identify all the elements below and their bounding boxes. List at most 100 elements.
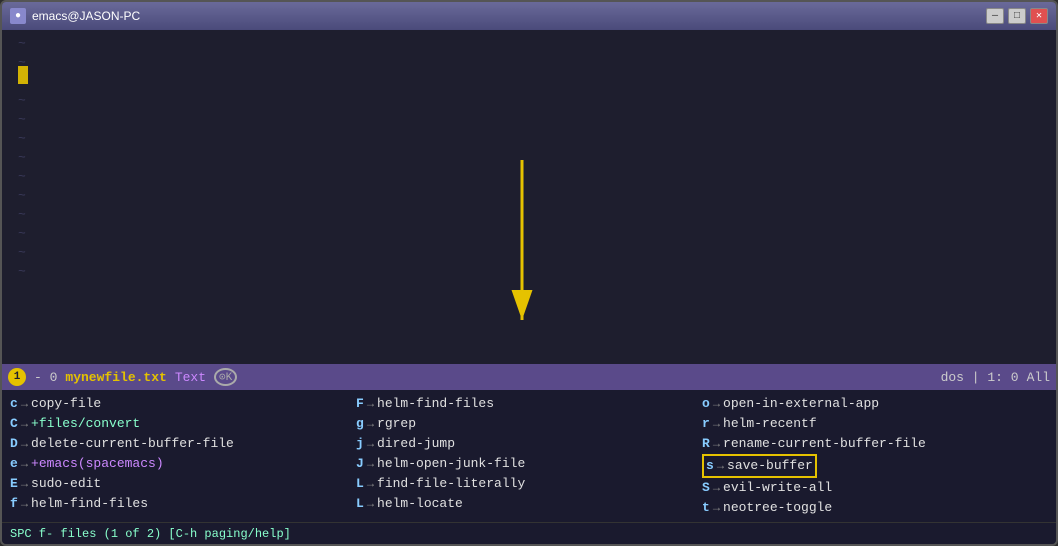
arrow: → — [367, 414, 374, 434]
close-button[interactable]: ✕ — [1030, 8, 1048, 24]
key-r: r — [702, 414, 710, 434]
arrow: → — [367, 394, 374, 414]
key-D: D — [10, 434, 18, 454]
key-s: s — [706, 456, 714, 476]
menu-item-s[interactable]: s → save-buffer — [702, 454, 1048, 478]
arrow: → — [713, 478, 720, 498]
tilde-line: ~ — [18, 91, 1056, 110]
window-title: emacs@JASON-PC — [32, 9, 140, 23]
menu-item-J[interactable]: J → helm-open-junk-file — [356, 454, 702, 474]
key-S: S — [702, 478, 710, 498]
key-f: f — [10, 494, 18, 514]
bottom-bar: SPC f- files (1 of 2) [C-h paging/help] — [2, 522, 1056, 544]
menu-item-r[interactable]: r → helm-recentf — [702, 414, 1048, 434]
tilde-line: ~ — [18, 243, 1056, 262]
tilde-line: ~ — [18, 205, 1056, 224]
cmd-files-convert: +files/convert — [31, 414, 140, 434]
menu-col1: c → copy-file C → +files/convert D → del… — [10, 394, 356, 518]
arrow: → — [21, 414, 28, 434]
arrow: → — [713, 434, 720, 454]
menu-col3: o → open-in-external-app r → helm-recent… — [702, 394, 1048, 518]
menu-panel: c → copy-file C → +files/convert D → del… — [2, 390, 1056, 522]
arrow: → — [367, 434, 374, 454]
arrow: → — [713, 414, 720, 434]
key-F: F — [356, 394, 364, 414]
cursor — [18, 66, 28, 84]
title-bar-left: ● emacs@JASON-PC — [10, 8, 140, 24]
editor-area[interactable]: ~ ~ ~ ~ ~ ~ ~ ~ ~ ~ ~ ~ ~ ~ ~ ~ — [2, 30, 1056, 364]
menu-item-o[interactable]: o → open-in-external-app — [702, 394, 1048, 414]
cmd-helm-find-files-F: helm-find-files — [377, 394, 494, 414]
maximize-button[interactable]: □ — [1008, 8, 1026, 24]
tilde-line: ~ — [18, 148, 1056, 167]
main-window: ● emacs@JASON-PC — □ ✕ ~ ~ ~ ~ ~ ~ ~ ~ ~… — [0, 0, 1058, 546]
status-right: dos | 1: 0 All — [941, 370, 1050, 385]
status-dash: - 0 — [34, 370, 57, 385]
app-icon: ● — [10, 8, 26, 24]
key-L-upper: L — [356, 474, 364, 494]
key-E: E — [10, 474, 18, 494]
tilde-line: ~ — [18, 186, 1056, 205]
menu-item-S[interactable]: S → evil-write-all — [702, 478, 1048, 498]
menu-item-e[interactable]: e → +emacs(spacemacs) — [10, 454, 356, 474]
key-e: e — [10, 454, 18, 474]
arrow: → — [21, 454, 28, 474]
menu-col2: F → helm-find-files g → rgrep j → dired-… — [356, 394, 702, 518]
window-controls: — □ ✕ — [986, 8, 1048, 24]
arrow: → — [717, 456, 724, 476]
cmd-sudo-edit: sudo-edit — [31, 474, 101, 494]
arrow: → — [21, 494, 28, 514]
minimize-button[interactable]: — — [986, 8, 1004, 24]
menu-item-C[interactable]: C → +files/convert — [10, 414, 356, 434]
key-C: C — [10, 414, 18, 434]
tilde-line: ~ — [18, 167, 1056, 186]
menu-item-D[interactable]: D → delete-current-buffer-file — [10, 434, 356, 454]
tilde-line: ~ — [18, 224, 1056, 243]
arrow: → — [367, 454, 374, 474]
save-buffer-highlight: s → save-buffer — [702, 454, 817, 478]
status-yk: ⊙K — [214, 368, 237, 386]
menu-item-L-upper[interactable]: L → find-file-literally — [356, 474, 702, 494]
cmd-evil-write-all: evil-write-all — [723, 478, 832, 498]
key-g: g — [356, 414, 364, 434]
key-R: R — [702, 434, 710, 454]
cmd-rename-buffer: rename-current-buffer-file — [723, 434, 926, 454]
cmd-delete-buffer: delete-current-buffer-file — [31, 434, 234, 454]
menu-item-F[interactable]: F → helm-find-files — [356, 394, 702, 414]
tilde-line: ~ — [18, 34, 1056, 53]
key-c: c — [10, 394, 18, 414]
status-bar: 1 - 0 mynewfile.txt Text ⊙K dos | 1: 0 A… — [2, 364, 1056, 390]
menu-item-g[interactable]: g → rgrep — [356, 414, 702, 434]
menu-item-L-lower[interactable]: L → helm-locate — [356, 494, 702, 514]
menu-item-c[interactable]: c → copy-file — [10, 394, 356, 414]
menu-item-E[interactable]: E → sudo-edit — [10, 474, 356, 494]
tilde-line: ~ — [18, 281, 1056, 286]
menu-item-j[interactable]: j → dired-jump — [356, 434, 702, 454]
tilde-line: ~ — [18, 129, 1056, 148]
cmd-copy-file: copy-file — [31, 394, 101, 414]
status-position: dos | 1: 0 — [941, 370, 1019, 385]
cmd-save-buffer: save-buffer — [727, 456, 813, 476]
arrow: → — [21, 394, 28, 414]
editor-content: ~ ~ ~ ~ ~ ~ ~ ~ ~ ~ ~ ~ ~ ~ ~ ~ — [2, 30, 1056, 286]
arrow: → — [21, 474, 28, 494]
key-j: j — [356, 434, 364, 454]
arrow: → — [713, 394, 720, 414]
tilde-line: ~ — [18, 110, 1056, 129]
status-mode: Text — [175, 370, 206, 385]
key-L-lower: L — [356, 494, 364, 514]
menu-item-t[interactable]: t → neotree-toggle — [702, 498, 1048, 518]
arrow: → — [367, 494, 374, 514]
status-number: 1 — [8, 368, 26, 386]
key-o: o — [702, 394, 710, 414]
cmd-helm-find-files-f: helm-find-files — [31, 494, 148, 514]
cmd-open-external: open-in-external-app — [723, 394, 879, 414]
menu-item-R[interactable]: R → rename-current-buffer-file — [702, 434, 1048, 454]
key-J: J — [356, 454, 364, 474]
cmd-helm-locate: helm-locate — [377, 494, 463, 514]
menu-item-f[interactable]: f → helm-find-files — [10, 494, 356, 514]
tilde-line: ~ — [18, 53, 1056, 72]
cmd-find-file-literally: find-file-literally — [377, 474, 525, 494]
arrow: → — [367, 474, 374, 494]
cmd-helm-open-junk: helm-open-junk-file — [377, 454, 525, 474]
